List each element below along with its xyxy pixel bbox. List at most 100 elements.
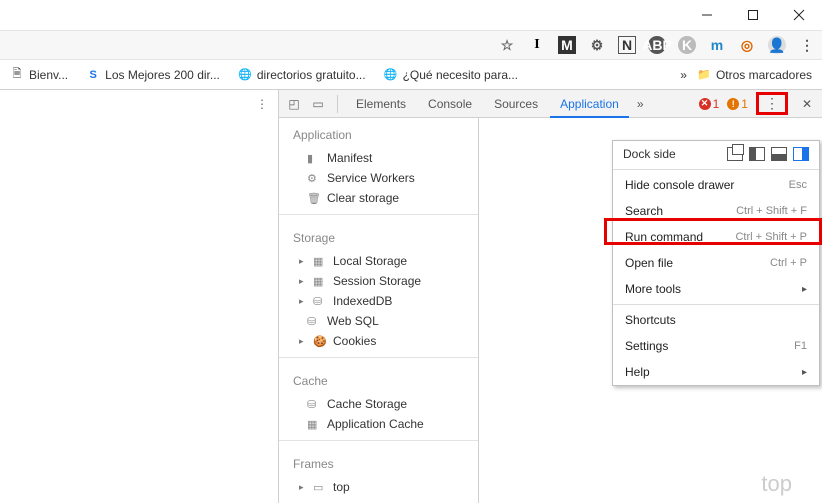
folder-label: Otros marcadores (716, 68, 812, 82)
window-close-button[interactable] (776, 0, 822, 30)
menu-label: Open file (625, 256, 673, 270)
ext-settings-icon[interactable]: ⚙ (588, 36, 606, 54)
menu-hide-drawer[interactable]: Hide console drawer Esc (613, 172, 819, 198)
menu-label: Help (625, 365, 650, 379)
menu-label: More tools (625, 282, 681, 296)
sidebar-item-service-workers[interactable]: ⚙Service Workers (279, 168, 478, 188)
expand-icon[interactable]: ▸ (299, 336, 307, 347)
devtools-close-button[interactable]: ✕ (796, 97, 818, 111)
tab-application[interactable]: Application (550, 90, 629, 118)
menu-shortcut: Ctrl + Shift + P (735, 231, 807, 243)
window-minimize-button[interactable] (684, 0, 730, 30)
tab-sources[interactable]: Sources (484, 90, 548, 118)
menu-label: Search (625, 204, 663, 218)
error-count: 1 (713, 97, 720, 111)
item-label: Web SQL (327, 314, 379, 328)
divider (337, 95, 338, 113)
ext-o-icon[interactable]: ◎ (738, 36, 756, 54)
sidebar-item-clear-storage[interactable]: 🗑 Clear storage (279, 188, 478, 208)
menu-label: Run command (625, 230, 703, 244)
inspect-element-icon[interactable]: ◰ (283, 97, 305, 111)
storage-icon: ▦ (313, 275, 327, 288)
ext-n-icon[interactable]: N (618, 36, 636, 54)
sidebar-item-app-cache[interactable]: ▦Application Cache (279, 414, 478, 434)
warning-count: 1 (741, 97, 748, 111)
tabs-overflow-icon[interactable]: » (631, 97, 650, 111)
expand-icon[interactable]: ▸ (299, 256, 307, 267)
sidebar-item-frame-top[interactable]: ▸▭top (279, 477, 478, 497)
dock-left-icon[interactable] (749, 147, 765, 161)
bookmark-item[interactable]: 🗎Bienv... (10, 68, 68, 82)
storage-icon: ▦ (313, 255, 327, 268)
devtools-tabbar: ◰ ▭ Elements Console Sources Application… (279, 90, 822, 118)
bookmark-item[interactable]: 🌐¿Qué necesito para... (384, 68, 518, 82)
warning-indicator[interactable]: !1 (727, 97, 748, 111)
item-label: Local Storage (333, 254, 407, 268)
folder-icon: 📁 (697, 68, 711, 82)
devtools-dropdown-menu: Dock side Hide console drawerEsc SearchC… (612, 140, 820, 386)
ghost-label: top (761, 471, 792, 497)
sidebar-item-manifest[interactable]: ▮Manifest (279, 148, 478, 168)
sidebar-item-indexeddb[interactable]: ▸⛁IndexedDB (279, 291, 478, 311)
item-label: Service Workers (327, 171, 415, 185)
dock-bottom-icon[interactable] (771, 147, 787, 161)
ext-m-icon[interactable]: m (708, 36, 726, 54)
item-label: Session Storage (333, 274, 421, 288)
menu-search[interactable]: SearchCtrl + Shift + F (613, 198, 819, 224)
ext-instapaper-icon[interactable]: I (528, 36, 546, 54)
item-label: Clear storage (327, 191, 399, 205)
bookmark-label: Los Mejores 200 dir... (105, 68, 220, 82)
bookmark-label: ¿Qué necesito para... (403, 68, 518, 82)
trash-icon: 🗑 (307, 192, 321, 205)
avatar-icon[interactable]: 👤 (768, 36, 786, 54)
expand-icon[interactable]: ▸ (299, 276, 307, 287)
divider (279, 440, 478, 441)
tab-elements[interactable]: Elements (346, 90, 416, 118)
menu-dock-side: Dock side (613, 141, 819, 167)
menu-divider (613, 304, 819, 305)
menu-label: Hide console drawer (625, 178, 734, 192)
sidebar-item-websql[interactable]: ⛁Web SQL (279, 311, 478, 331)
dock-right-icon[interactable] (793, 147, 809, 161)
chrome-menu-icon[interactable]: ⋮ (798, 36, 816, 54)
ext-k-icon[interactable]: K (678, 36, 696, 54)
divider (279, 357, 478, 358)
expand-icon[interactable]: ▸ (299, 482, 307, 493)
page-pane-menu-icon[interactable]: ⋮ (256, 97, 268, 111)
menu-settings[interactable]: SettingsF1 (613, 333, 819, 359)
sidebar-item-local-storage[interactable]: ▸ ▦ Local Storage (279, 251, 478, 271)
error-indicator[interactable]: ✕1 (699, 97, 720, 111)
window-maximize-button[interactable] (730, 0, 776, 30)
browser-toolbar: ☆ I M ⚙ N ABP K m ◎ 👤 ⋮ (0, 30, 822, 60)
bookmark-item[interactable]: SLos Mejores 200 dir... (86, 68, 220, 82)
menu-more-tools[interactable]: More tools (613, 276, 819, 302)
toggle-device-icon[interactable]: ▭ (307, 97, 329, 111)
menu-shortcuts[interactable]: Shortcuts (613, 307, 819, 333)
sidebar-item-cache-storage[interactable]: ⛁Cache Storage (279, 394, 478, 414)
menu-open-file[interactable]: Open file Ctrl + P (613, 250, 819, 276)
item-label: Cookies (333, 334, 376, 348)
item-label: IndexedDB (333, 294, 392, 308)
window-titlebar (0, 0, 822, 30)
dock-undock-icon[interactable] (727, 147, 743, 161)
section-title: Cache (279, 364, 478, 394)
menu-run-command[interactable]: Run command Ctrl + Shift + P (613, 224, 819, 250)
tab-console[interactable]: Console (418, 90, 482, 118)
star-icon[interactable]: ☆ (498, 36, 516, 54)
ext-abp-icon[interactable]: ABP (648, 36, 666, 54)
menu-shortcut: Ctrl + P (770, 257, 807, 269)
cookie-icon: 🍪 (313, 335, 327, 348)
devtools-menu-button[interactable]: ⋮ (756, 92, 788, 115)
sidebar-item-session-storage[interactable]: ▸ ▦ Session Storage (279, 271, 478, 291)
expand-icon[interactable]: ▸ (299, 296, 307, 307)
sidebar-item-cookies[interactable]: ▸ 🍪 Cookies (279, 331, 478, 351)
bookmarks-folder[interactable]: 📁 Otros marcadores (697, 68, 812, 82)
bookmark-item[interactable]: 🌐directorios gratuito... (238, 68, 366, 82)
item-label: top (333, 480, 350, 494)
bookmark-overflow[interactable]: » (680, 68, 687, 82)
menu-shortcut: Esc (789, 179, 807, 191)
bookmark-label: directorios gratuito... (257, 68, 366, 82)
ext-gmail-icon[interactable]: M (558, 36, 576, 54)
page-content-pane: ⋮ (0, 90, 279, 503)
menu-help[interactable]: Help (613, 359, 819, 385)
